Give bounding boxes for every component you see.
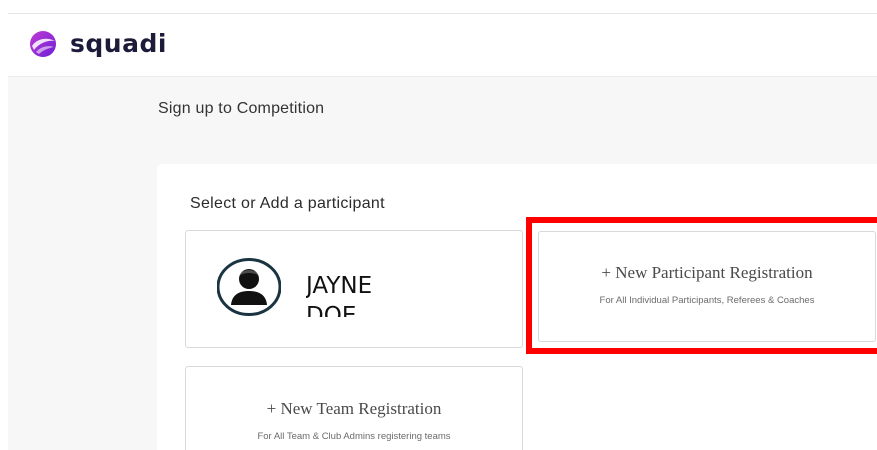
new-participant-subtitle: For All Individual Participants, Referee… — [599, 295, 815, 306]
new-team-registration-button[interactable]: + New Team Registration For All Team & C… — [185, 366, 523, 450]
page: squadi Sign up to Competition Select or … — [0, 0, 877, 450]
participant-name: JAYNE DOE — [306, 273, 373, 317]
new-participant-title: + New Participant Registration — [601, 263, 813, 282]
squadi-logo-icon — [30, 31, 56, 57]
new-team-subtitle: For All Team & Club Admins registering t… — [257, 431, 451, 442]
section-title: Select or Add a participant — [190, 195, 385, 212]
participant-card[interactable]: JAYNE DOE — [185, 230, 523, 348]
new-participant-registration-button[interactable]: + New Participant Registration For All I… — [538, 231, 876, 342]
brand-name: squadi — [70, 29, 167, 58]
header: squadi — [8, 14, 877, 77]
page-title: Sign up to Competition — [158, 100, 325, 117]
new-team-title: + New Team Registration — [266, 399, 442, 418]
user-avatar-icon — [217, 258, 281, 316]
brand-logo[interactable]: squadi — [28, 29, 167, 59]
